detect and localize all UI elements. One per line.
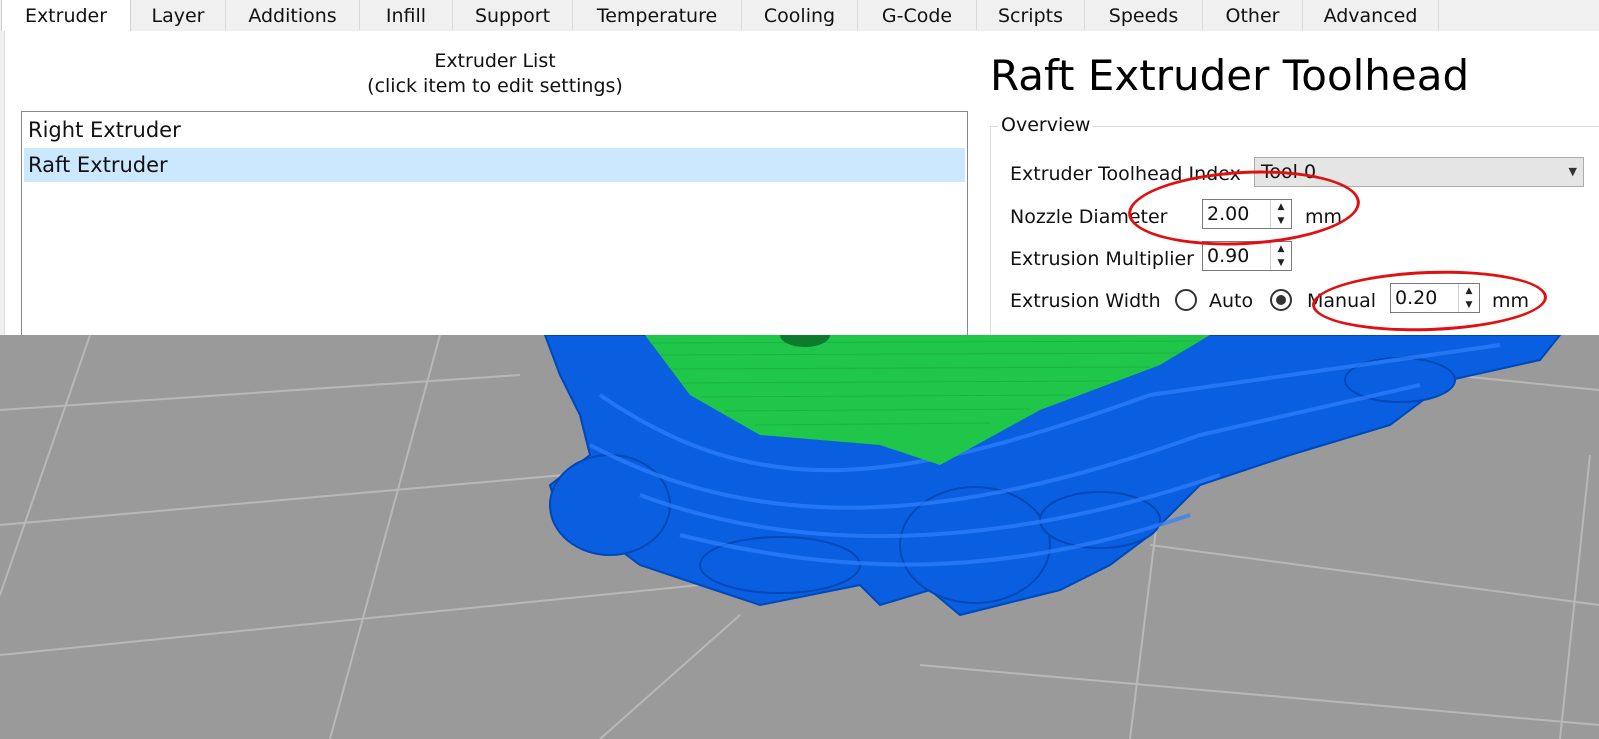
- extruder-list-hint: (click item to edit settings): [367, 75, 623, 97]
- tab-temperature[interactable]: Temperature: [573, 0, 742, 30]
- nozzle-diameter-label: Nozzle Diameter: [1010, 206, 1168, 228]
- extrusion-width-manual-radio[interactable]: [1270, 289, 1292, 311]
- chevron-down-icon: ▼: [1568, 165, 1577, 178]
- tab-support[interactable]: Support: [453, 0, 573, 30]
- extrusion-width-stepper[interactable]: ▲ ▼: [1458, 284, 1479, 312]
- tab-other[interactable]: Other: [1203, 0, 1303, 30]
- nozzle-diameter-unit: mm: [1305, 206, 1343, 228]
- extrusion-multiplier-label: Extrusion Multiplier: [1010, 248, 1194, 270]
- settings-tab-bar: Extruder Layer Additions Infill Support …: [0, 0, 1599, 32]
- 3d-preview-viewport[interactable]: [0, 335, 1599, 739]
- extrusion-multiplier-value: 0.90: [1207, 245, 1250, 267]
- extrusion-width-manual-label[interactable]: Manual: [1307, 289, 1376, 313]
- extrusion-width-auto-radio[interactable]: [1175, 289, 1197, 311]
- tab-advanced[interactable]: Advanced: [1303, 0, 1439, 30]
- extruder-list-item-raft[interactable]: Raft Extruder: [24, 148, 965, 182]
- toolhead-index-value: Tool 0: [1261, 161, 1317, 183]
- print-preview-render: [0, 335, 1599, 739]
- extrusion-width-value: 0.20: [1395, 287, 1438, 309]
- tab-extruder[interactable]: Extruder: [1, 0, 131, 32]
- tab-infill[interactable]: Infill: [360, 0, 453, 30]
- extruder-list[interactable]: Right Extruder Raft Extruder: [21, 111, 968, 335]
- tab-gcode[interactable]: G-Code: [858, 0, 977, 30]
- increment-arrow-icon[interactable]: ▲: [1271, 200, 1291, 214]
- extruder-list-heading: Extruder List: [434, 50, 556, 72]
- nozzle-diameter-value: 2.00: [1207, 203, 1250, 225]
- extruder-list-item-right[interactable]: Right Extruder: [24, 113, 965, 147]
- increment-arrow-icon[interactable]: ▲: [1271, 242, 1291, 256]
- decrement-arrow-icon[interactable]: ▼: [1271, 214, 1291, 228]
- extruder-settings-panel: Extruder List (click item to edit settin…: [0, 31, 1599, 335]
- extrusion-width-label: Extrusion Width: [1010, 290, 1161, 312]
- decrement-arrow-icon[interactable]: ▼: [1459, 298, 1479, 312]
- tab-additions[interactable]: Additions: [226, 0, 360, 30]
- extrusion-width-spinbox[interactable]: 0.20 ▲ ▼: [1390, 283, 1480, 313]
- toolhead-index-select[interactable]: Tool 0 ▼: [1254, 157, 1584, 187]
- toolhead-title: Raft Extruder Toolhead: [990, 51, 1470, 100]
- panel-left-edge: [0, 31, 5, 335]
- nozzle-diameter-stepper[interactable]: ▲ ▼: [1270, 200, 1291, 228]
- extruder-list-title: Extruder List (click item to edit settin…: [20, 49, 970, 99]
- toolhead-index-label: Extruder Toolhead Index: [1010, 163, 1241, 185]
- tab-scripts[interactable]: Scripts: [977, 0, 1085, 30]
- tab-layer[interactable]: Layer: [131, 0, 226, 30]
- extrusion-width-unit: mm: [1492, 290, 1530, 312]
- tab-speeds[interactable]: Speeds: [1085, 0, 1203, 30]
- overview-group-label: Overview: [998, 113, 1094, 137]
- extrusion-multiplier-stepper[interactable]: ▲ ▼: [1270, 242, 1291, 270]
- extrusion-multiplier-spinbox[interactable]: 0.90 ▲ ▼: [1202, 241, 1292, 271]
- nozzle-diameter-spinbox[interactable]: 2.00 ▲ ▼: [1202, 199, 1292, 229]
- increment-arrow-icon[interactable]: ▲: [1459, 284, 1479, 298]
- decrement-arrow-icon[interactable]: ▼: [1271, 256, 1291, 270]
- extrusion-width-auto-label[interactable]: Auto: [1209, 289, 1253, 313]
- tab-cooling[interactable]: Cooling: [742, 0, 858, 30]
